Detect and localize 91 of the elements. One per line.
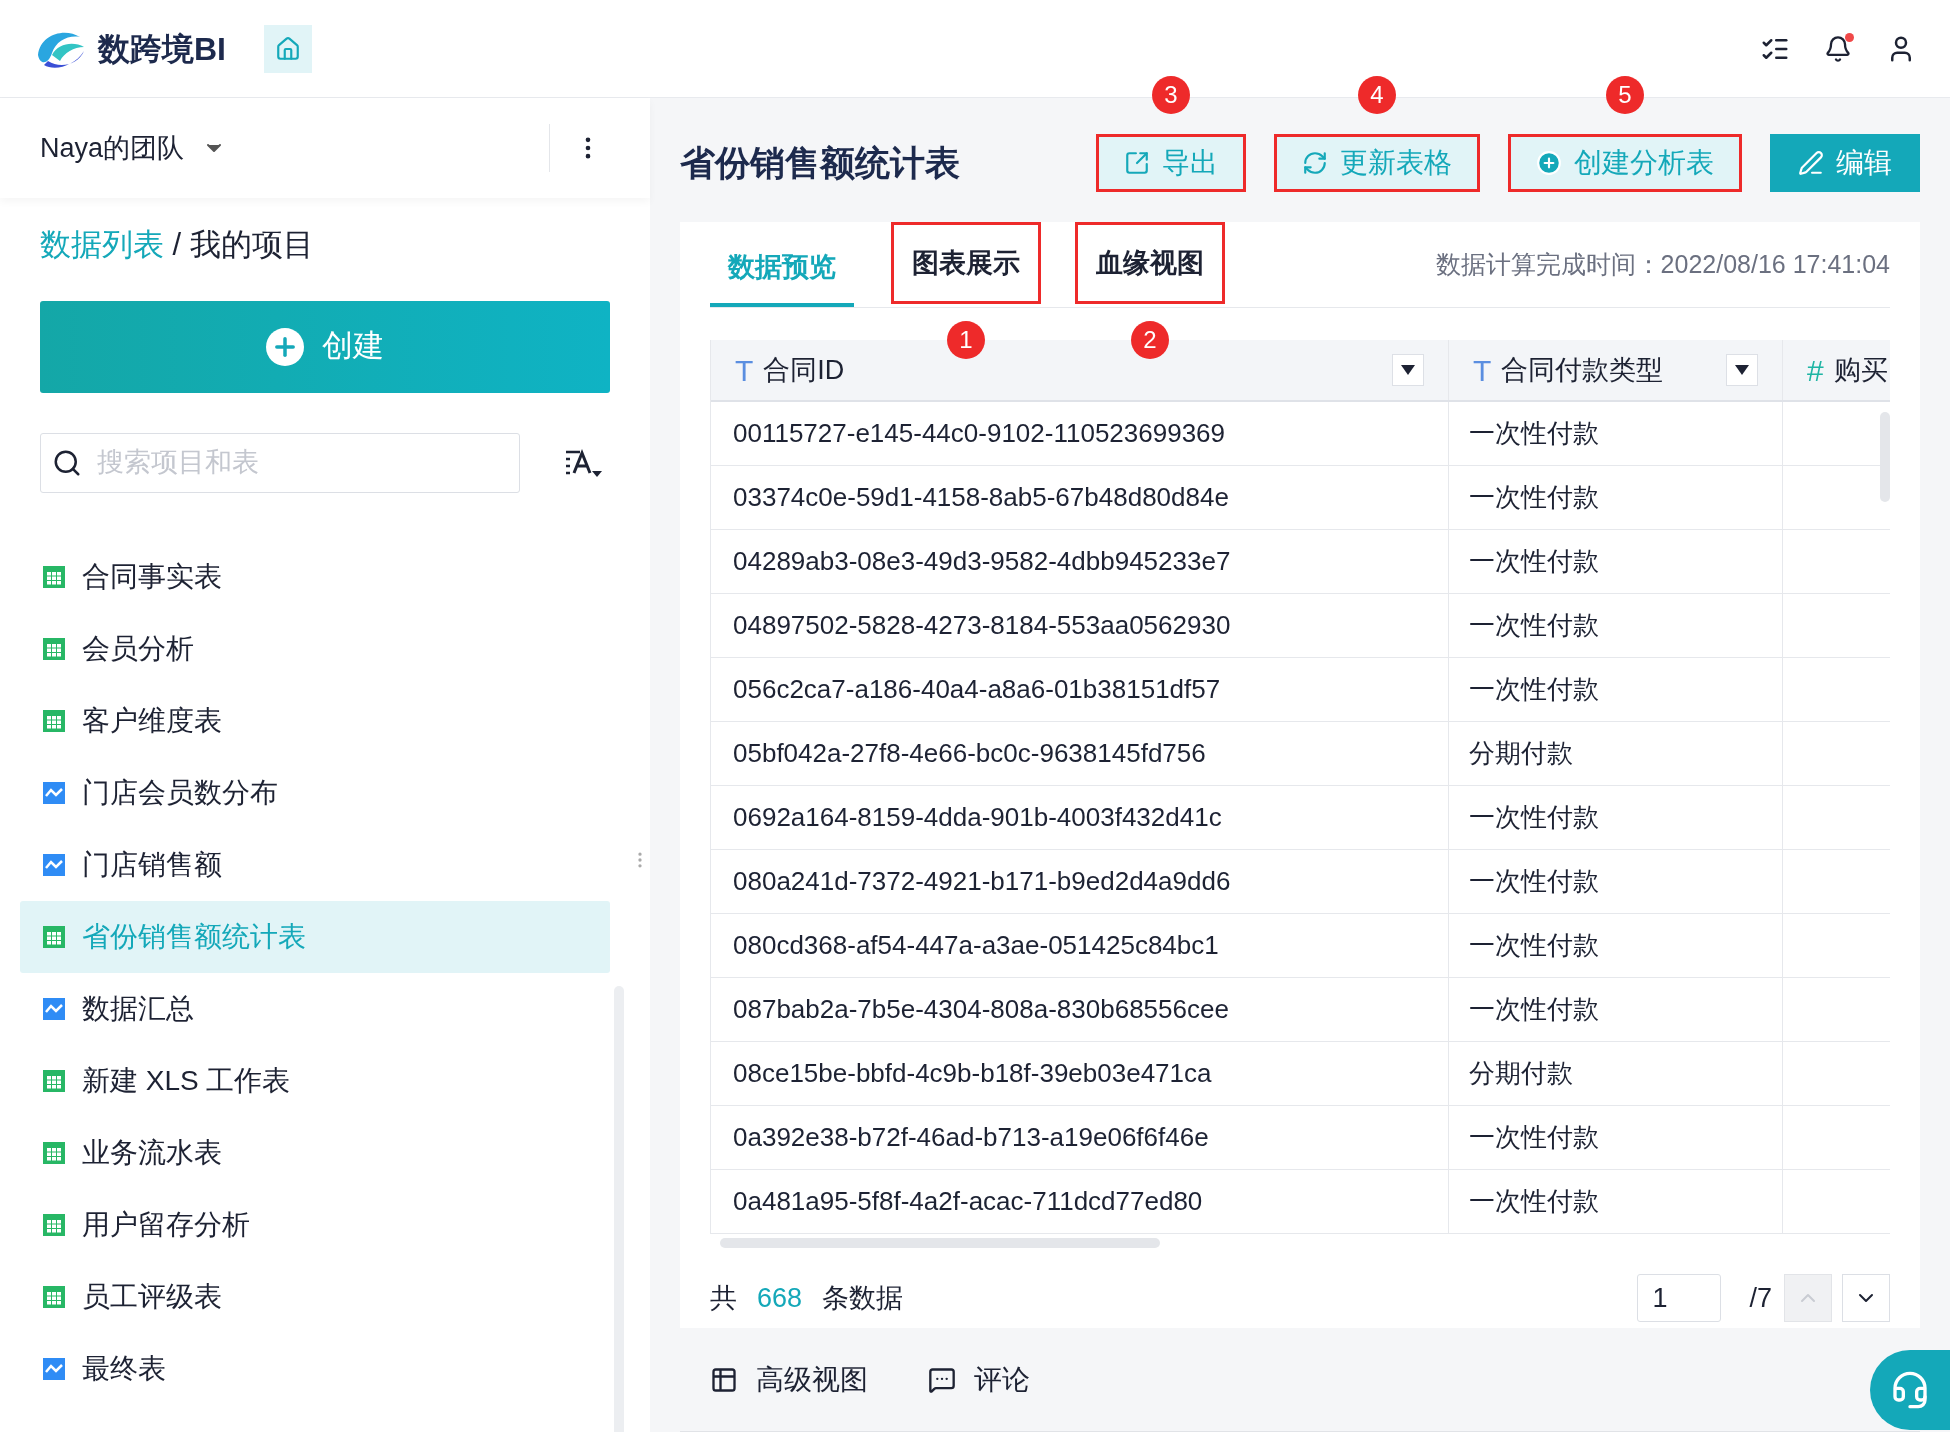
number-badge: 4: [1358, 76, 1396, 114]
table-icon: [42, 564, 66, 589]
sidebar-item[interactable]: 最终表: [20, 1332, 610, 1405]
table-cell: 一次性付款: [1449, 850, 1783, 913]
table-icon: [42, 1140, 66, 1165]
line-chart-icon: [42, 1356, 66, 1381]
sidebar-item[interactable]: 业务流水表: [20, 1116, 610, 1189]
number-badge: 2: [1131, 321, 1169, 359]
comment-icon: [928, 1365, 956, 1394]
bottom-tab[interactable]: 评论: [928, 1358, 1030, 1401]
bottom-tab[interactable]: 高级视图: [710, 1358, 868, 1401]
caret-down-icon: [1401, 365, 1415, 375]
number-badge: 1: [947, 321, 985, 359]
table-cell: 04897502-5828-4273-8184-553aa0562930: [711, 594, 1449, 657]
app-name: 数跨境BI: [98, 29, 226, 69]
table-cell: 00115727-e145-44c0-9102-110523699369: [711, 402, 1449, 465]
search-field[interactable]: 搜索项目和表: [40, 432, 520, 493]
table-cell: 080cd368-af54-447a-a3ae-051425c84bc1: [711, 914, 1449, 977]
table-cell: 0a481a95-5f8f-4a2f-acac-711dcd77ed80: [711, 1170, 1449, 1233]
headset-icon: [1890, 1370, 1930, 1410]
table-cell: 一次性付款: [1449, 914, 1783, 977]
table-cell: 一次性付款: [1449, 658, 1783, 721]
sidebar-item[interactable]: 客户维度表: [20, 684, 610, 757]
table-cell: 08ce15be-bbfd-4c9b-b18f-39eb03e471ca: [711, 1042, 1449, 1105]
home-icon: [275, 35, 301, 62]
table-icon: [42, 1284, 66, 1309]
export-icon: [1124, 150, 1150, 176]
table-cell: 0a392e38-b72f-46ad-b713-a19e06f6f46e: [711, 1106, 1449, 1169]
type-glyph: T: [1473, 352, 1492, 389]
table-cell: 080a241d-7372-4921-b171-b9ed2d4a9dd6: [711, 850, 1449, 913]
column-title: 合同ID: [763, 353, 846, 387]
team-name[interactable]: Naya的团队: [40, 127, 185, 169]
sidebar-item[interactable]: 用户留存分析: [20, 1188, 610, 1261]
line-chart-icon: [42, 996, 66, 1021]
table-cell: 04289ab3-08e3-49d3-9582-4dbb945233e7: [711, 530, 1449, 593]
sidebar-item[interactable]: 会员分析: [20, 612, 610, 685]
table-icon: [42, 636, 66, 661]
table-cell: 一次性付款: [1449, 1170, 1783, 1233]
filter-button[interactable]: [1392, 354, 1424, 386]
filter-button[interactable]: [1726, 354, 1758, 386]
sidebar-item[interactable]: 新建 XLS 工作表: [20, 1044, 610, 1117]
computed-time: 数据计算完成时间：2022/08/16 17:41:04: [1435, 248, 1890, 280]
column-title: 合同付款类型: [1501, 353, 1665, 387]
table-cell: 一次性付款: [1449, 402, 1783, 465]
number-badge: 5: [1606, 76, 1644, 114]
table-cell: 分期付款: [1449, 722, 1783, 785]
refresh-icon: [1302, 150, 1328, 176]
sidebar-item[interactable]: 数据汇总: [20, 972, 610, 1045]
number-badge: 3: [1152, 76, 1190, 114]
plus-circle-icon: [1536, 150, 1562, 176]
line-chart-icon: [42, 780, 66, 805]
table-cell: 一次性付款: [1449, 1106, 1783, 1169]
page-total: /7: [1749, 1281, 1772, 1315]
column-title: 购买: [1833, 353, 1889, 387]
sidebar-item[interactable]: 门店会员数分布: [20, 756, 610, 829]
total-count: 668: [757, 1281, 803, 1315]
home-button[interactable]: [264, 24, 312, 73]
total-prefix: 共: [710, 1281, 737, 1315]
sidebar-item[interactable]: 员工评级表: [20, 1260, 610, 1333]
table-cell: 一次性付款: [1449, 594, 1783, 657]
table-icon: [42, 924, 66, 949]
page-input[interactable]: 1: [1637, 1274, 1722, 1322]
type-glyph: #: [1807, 352, 1824, 389]
table-view-icon: [710, 1365, 738, 1394]
caret-down-icon: [1735, 365, 1749, 375]
table-icon: [42, 1212, 66, 1237]
table-cell: 03374c0e-59d1-4158-8ab5-67b48d80d84e: [711, 466, 1449, 529]
support-chat-button[interactable]: [1870, 1350, 1950, 1430]
table-cell: 一次性付款: [1449, 786, 1783, 849]
table-icon: [42, 708, 66, 733]
table-cell: 056c2ca7-a186-40a4-a8a6-01b38151df57: [711, 658, 1449, 721]
line-chart-icon: [42, 852, 66, 877]
page-title: 省份销售额统计表: [680, 141, 961, 184]
table-cell: 一次性付款: [1449, 466, 1783, 529]
tab[interactable]: 血缘视图: [1078, 225, 1222, 301]
sidebar-item[interactable]: 门店销售额: [20, 828, 610, 901]
table-icon: [42, 1068, 66, 1093]
tab[interactable]: 图表展示: [894, 225, 1038, 301]
table-cell: 一次性付款: [1449, 978, 1783, 1041]
table-cell: 087bab2a-7b5e-4304-808a-830b68556cee: [711, 978, 1449, 1041]
total-suffix: 条数据: [822, 1281, 904, 1315]
table-cell: 05bf042a-27f8-4e66-bc0c-9638145fd756: [711, 722, 1449, 785]
sidebar-item[interactable]: 合同事实表: [20, 540, 610, 613]
edit-icon: [1798, 150, 1824, 176]
notification-bell-icon[interactable]: [1824, 34, 1852, 63]
table-cell: 分期付款: [1449, 1042, 1783, 1105]
breadcrumb-current: 我的项目: [189, 227, 314, 262]
breadcrumb-separator: /: [171, 227, 183, 262]
table-cell: 一次性付款: [1449, 530, 1783, 593]
type-glyph: T: [735, 352, 754, 389]
table-cell: 0692a164-8159-4dda-901b-4003f432d41c: [711, 786, 1449, 849]
